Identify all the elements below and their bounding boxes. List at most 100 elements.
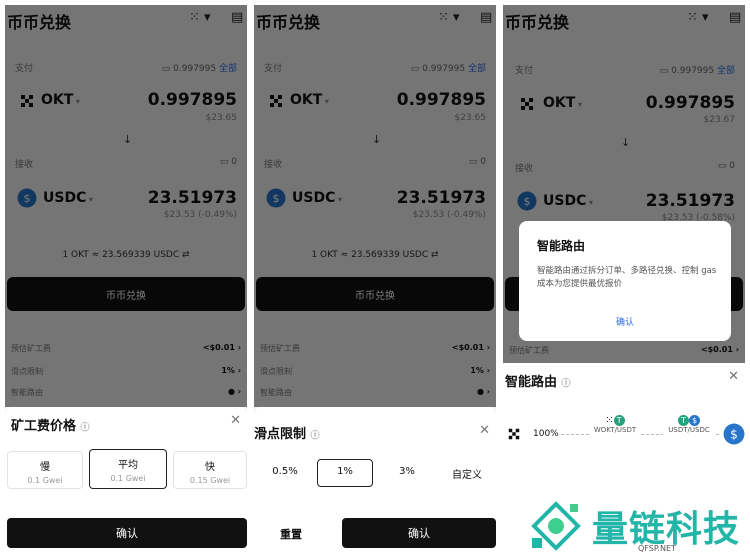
fee-row[interactable]: 预估矿工费 <$0.01 › [260, 343, 490, 354]
gas-option-average[interactable]: 平均 0.1 Gwei [89, 449, 167, 489]
receive-usd-value: $23.53 (-0.49%) [163, 210, 237, 220]
pay-balance: ▭ 0.997995 全部 [659, 66, 735, 76]
usdc-token-icon: $ [266, 188, 286, 208]
slippage-row[interactable]: 滑点限制 1% › [260, 366, 490, 377]
receive-usd-value: $23.53 (-0.49%) [412, 210, 486, 220]
slippage-option-3[interactable]: 3% [380, 459, 434, 487]
pay-token-selector[interactable]: OKT ▾ [41, 92, 80, 108]
dialog-confirm-button[interactable]: 确认 [519, 315, 731, 328]
swap-screen-gas-price: 币币兑换 ⁙ ▾ ▤ 支付 ▭ 0.997995 全部 OKT ▾ 0.9978… [5, 5, 247, 555]
pay-amount[interactable]: 0.997895 [646, 93, 735, 113]
reset-button[interactable]: 重置 [280, 526, 302, 542]
refresh-icon: ⇄ [182, 250, 190, 260]
pay-balance: ▭ 0.997995 全部 [410, 64, 486, 74]
receive-token-selector[interactable]: USDC ▾ [292, 190, 342, 206]
svg-text:$: $ [524, 195, 531, 208]
all-button[interactable]: 全部 [219, 64, 237, 74]
confirm-button[interactable]: 确认 [7, 518, 247, 548]
receive-label: 接收 [15, 160, 34, 170]
sheet-title: 矿工费价格 ⓘ [11, 419, 90, 434]
menu-doc-icon[interactable]: ▤ [231, 10, 243, 25]
usdc-token-icon: $ [723, 423, 745, 445]
swap-button[interactable]: 币币兑换 [7, 277, 245, 311]
usdc-token-icon: $ [17, 188, 37, 208]
info-icon: ⓘ [561, 379, 571, 389]
wallet-icon: ▭ [161, 64, 174, 74]
watermark-subtext: QFSP.NET [638, 544, 676, 553]
all-button[interactable]: 全部 [717, 66, 735, 76]
gas-option-fast[interactable]: 快 0.15 Gwei [173, 451, 247, 489]
pay-label: 支付 [515, 66, 534, 76]
okx-logo-menu-icon[interactable]: ⁙ ▾ [189, 10, 211, 25]
okx-logo-menu-icon[interactable]: ⁙ ▾ [438, 10, 460, 25]
down-arrow-icon[interactable]: ↓ [372, 133, 381, 146]
swap-screen-smart-routing: 币币兑换 ⁙ ▾ ▤ 支付 ▭ 0.997995 全部 OKT ▾ 0.9978… [503, 5, 745, 555]
slippage-sheet: 滑点限制 ⓘ ✕ 0.5% 1% 3% 自定义 重置 确认 [254, 407, 496, 555]
pay-amount[interactable]: 0.997895 [397, 90, 486, 110]
receive-label: 接收 [515, 164, 534, 174]
dialog-body: 智能路由通过拆分订单、多路径兑换、控制 gas 成本为您提供最优报价 [537, 266, 717, 289]
okt-token-icon [521, 98, 533, 110]
smart-routing-dialog: 智能路由 智能路由通过拆分订单、多路径兑换、控制 gas 成本为您提供最优报价 … [519, 221, 731, 341]
info-icon: ⓘ [310, 431, 320, 441]
sheet-title: 滑点限制 ⓘ [254, 427, 320, 442]
exchange-rate[interactable]: 1 OKT ≈ 23.569339 USDC ⇄ [5, 250, 247, 260]
pay-usd-value: $23.65 [205, 113, 238, 123]
gas-price-sheet: 矿工费价格 ⓘ ✕ 慢 0.1 Gwei 平均 0.1 Gwei 快 0.15 Gwe… [5, 407, 247, 555]
svg-text:$: $ [730, 427, 738, 441]
receive-label: 接收 [264, 160, 283, 170]
page-title: 币币兑换 [7, 13, 72, 32]
info-icon: ⓘ [80, 423, 90, 433]
pay-label: 支付 [264, 64, 283, 74]
all-button[interactable]: 全部 [468, 64, 486, 74]
down-arrow-icon[interactable]: ↓ [621, 136, 630, 149]
okt-token-icon [21, 95, 33, 107]
route-hop-usdt-usdc: T $ USDT/USDC [663, 415, 715, 449]
pay-token-selector[interactable]: OKT ▾ [290, 92, 329, 108]
slippage-option-0-5[interactable]: 0.5% [258, 459, 312, 487]
slippage-row[interactable]: 滑点限制 1% › [11, 366, 241, 377]
receive-amount: 23.51973 [396, 188, 486, 208]
route-hop-wokt-usdt: ⁙ T WOKT/USDT [589, 415, 641, 449]
usdc-token-icon: $ [517, 191, 537, 211]
close-icon[interactable]: ✕ [230, 413, 241, 428]
okt-token-icon [270, 95, 282, 107]
pay-label: 支付 [15, 64, 34, 74]
swap-button[interactable]: 币币兑换 [256, 277, 494, 311]
close-icon[interactable]: ✕ [728, 369, 739, 384]
route-percent: 100% [533, 429, 559, 439]
dialog-title: 智能路由 [537, 239, 586, 253]
receive-amount: 23.51973 [147, 188, 237, 208]
fee-row[interactable]: 预估矿工费 <$0.01 › [11, 343, 241, 354]
pay-token-selector[interactable]: OKT ▾ [543, 95, 582, 111]
receive-token-selector[interactable]: USDC ▾ [43, 190, 93, 206]
routing-row[interactable]: 智能路由 ● › [11, 387, 241, 398]
swap-screen-slippage: 币币兑换 ⁙ ▾ ▤ 支付 ▭ 0.997995 全部 OKT ▾ 0.9978… [254, 5, 496, 555]
routing-title: 智能路由 ⓘ [505, 375, 571, 390]
receive-token-selector[interactable]: USDC ▾ [543, 193, 593, 209]
confirm-button[interactable]: 确认 [342, 518, 496, 548]
down-arrow-icon[interactable]: ↓ [123, 133, 132, 146]
receive-balance: ▭ 0 [219, 157, 237, 167]
okx-logo-menu-icon[interactable]: ⁙ ▾ [687, 10, 709, 25]
svg-text:$: $ [273, 192, 280, 205]
watermark-logo-icon [531, 501, 581, 551]
svg-text:$: $ [24, 192, 31, 205]
routing-row[interactable]: 智能路由 ● › [260, 387, 490, 398]
okt-token-icon [508, 428, 520, 440]
gas-option-slow[interactable]: 慢 0.1 Gwei [7, 451, 83, 489]
receive-balance: ▭ 0 [468, 157, 486, 167]
pay-usd-value: $23.67 [703, 115, 736, 125]
pay-balance: ▭ 0.997995 全部 [161, 64, 237, 74]
slippage-option-custom[interactable]: 自定义 [440, 459, 494, 487]
close-icon[interactable]: ✕ [479, 423, 490, 438]
pay-usd-value: $23.65 [454, 113, 487, 123]
exchange-rate[interactable]: 1 OKT ≈ 23.569339 USDC ⇄ [254, 250, 496, 260]
pay-amount[interactable]: 0.997895 [148, 90, 237, 110]
menu-doc-icon[interactable]: ▤ [480, 10, 492, 25]
menu-doc-icon[interactable]: ▤ [729, 10, 741, 25]
refresh-icon: ⇄ [431, 250, 439, 260]
slippage-option-1[interactable]: 1% [317, 459, 373, 487]
fee-row[interactable]: 预估矿工费 <$0.01 › [509, 345, 739, 356]
page-title: 币币兑换 [256, 13, 321, 32]
